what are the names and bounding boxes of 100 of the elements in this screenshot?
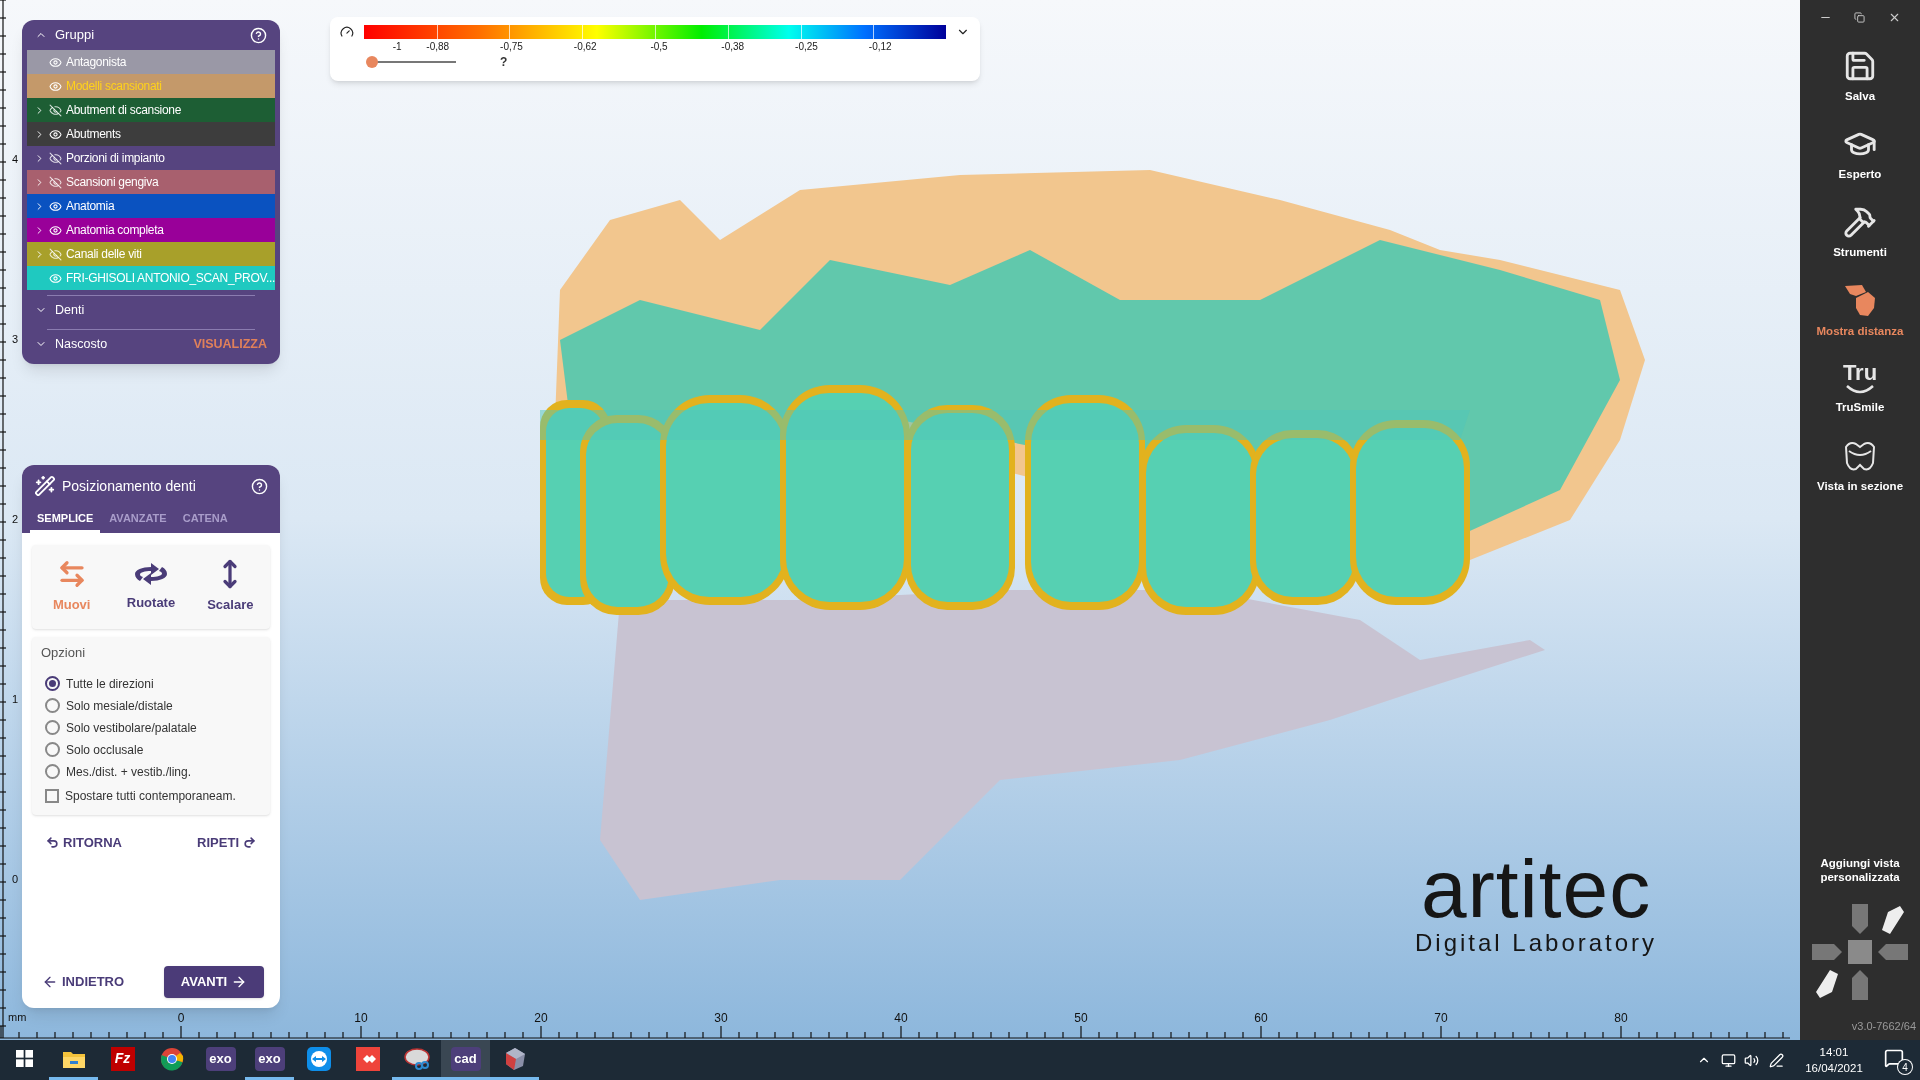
ruler-label: 0 xyxy=(12,874,19,885)
radio-button[interactable] xyxy=(45,698,60,713)
browser-logo-icon xyxy=(159,1046,184,1071)
radio-button[interactable] xyxy=(45,764,60,779)
ruler-label: 2 xyxy=(12,514,19,525)
network-icon[interactable] xyxy=(1721,1052,1736,1068)
group-row[interactable]: Scansioni gengiva xyxy=(27,170,275,194)
app-logo: exo xyxy=(254,1046,285,1071)
checkbox-label: Spostare tutti contemporaneam. xyxy=(65,787,236,805)
ruler-label: 10 xyxy=(354,1012,368,1024)
group-row[interactable]: Abutments xyxy=(27,122,275,146)
gauge-icon[interactable] xyxy=(340,25,354,39)
scale-tick-label: -1 xyxy=(392,40,402,54)
custom-view-label[interactable]: Aggiungi vista personalizzata xyxy=(1800,855,1920,884)
radio-label: Solo vestibolare/palatale xyxy=(66,719,197,737)
ruler-label: 80 xyxy=(1614,1012,1628,1024)
scale-tick-label: -0,38 xyxy=(721,40,745,54)
radio-button[interactable] xyxy=(45,720,60,735)
ruler-label: 4 xyxy=(12,154,19,165)
taskbar-app[interactable]: cad xyxy=(441,1040,490,1080)
clock-date: 16/04/2021 xyxy=(1805,1061,1863,1076)
section-label: Denti xyxy=(55,301,86,319)
ruler-label: 3 xyxy=(12,334,19,345)
scale-tick-label: -0,88 xyxy=(426,40,450,54)
toolbar-button[interactable]: Salva xyxy=(1800,42,1920,112)
tool-button[interactable]: Ruotate xyxy=(117,561,185,613)
taskbar-app[interactable]: exo xyxy=(245,1040,294,1080)
tab[interactable]: SEMPLICE xyxy=(30,507,101,533)
ruler-label: 0 xyxy=(177,1012,185,1024)
group-label: Abutments xyxy=(66,126,121,143)
taskbar-app[interactable]: exo xyxy=(196,1040,245,1080)
group-label: Antagonista xyxy=(66,54,127,71)
group-label: Scansioni gengiva xyxy=(66,174,159,191)
toolbar-button[interactable]: Strumenti xyxy=(1800,198,1920,268)
view-cube-icon[interactable] xyxy=(1810,901,1910,1002)
section-label: Nascosto xyxy=(55,335,109,353)
arrow-left-icon xyxy=(42,974,58,990)
clock[interactable]: 14:01 16/04/2021 xyxy=(1798,1044,1870,1076)
scale-tick-label: -0,75 xyxy=(500,40,523,54)
options-title: Opzioni xyxy=(41,644,87,662)
double-arrow-logo-icon xyxy=(306,1046,331,1071)
toolbar-button[interactable]: Mostra distanza xyxy=(1800,276,1920,346)
windows-logo-icon xyxy=(16,1050,33,1067)
undo-button[interactable]: RITORNA xyxy=(46,832,122,852)
radio-label: Solo occlusale xyxy=(66,741,144,759)
ruler-label: 1 xyxy=(12,694,19,705)
clock-time: 14:01 xyxy=(1819,1045,1849,1060)
logo-wordmark: artitec xyxy=(1420,848,1652,930)
group-row[interactable]: Anatomia completa xyxy=(27,218,275,242)
radio-label: Tutte le direzioni xyxy=(66,675,154,693)
taskbar-app[interactable]: Fz xyxy=(98,1040,147,1080)
notification-count: 4 xyxy=(1898,1060,1912,1074)
eye-icon[interactable] xyxy=(49,199,62,213)
group-label: Porzioni di impianto xyxy=(66,150,165,167)
diamond-logo-icon xyxy=(355,1046,380,1071)
next-button[interactable]: AVANTI xyxy=(164,966,264,998)
tool-button[interactable]: Scalare xyxy=(196,559,265,615)
eye-off-icon[interactable] xyxy=(49,175,62,189)
checkbox[interactable] xyxy=(45,788,59,803)
group-row[interactable]: Abutment di scansione xyxy=(27,98,275,122)
ruler-label: 50 xyxy=(1074,1012,1088,1024)
scale-tick-label: -0,5 xyxy=(650,40,668,54)
volume-icon[interactable] xyxy=(1744,1052,1759,1068)
back-button[interactable]: INDIETRO xyxy=(38,966,129,998)
scale-tick-label: -0,62 xyxy=(573,40,597,54)
help-icon[interactable] xyxy=(251,477,268,495)
app-logo: cad xyxy=(450,1046,481,1071)
version-text: v3.0-7662/64 xyxy=(1851,1018,1917,1034)
scale-tick-label: -0,25 xyxy=(795,40,818,54)
ruler-label: 40 xyxy=(894,1012,908,1024)
group-label: Anatomia xyxy=(66,198,115,215)
toolbar-button[interactable]: Tru TruSmile xyxy=(1800,354,1920,424)
app-logo: Fz xyxy=(110,1046,135,1071)
panel-title: Gruppi xyxy=(55,26,96,45)
eye-icon[interactable] xyxy=(49,127,62,141)
group-row[interactable]: Anatomia xyxy=(27,194,275,218)
eye-off-icon[interactable] xyxy=(49,151,62,165)
magic-wand-icon xyxy=(34,475,56,497)
group-label: Anatomia completa xyxy=(66,222,164,239)
radio-button[interactable] xyxy=(45,676,60,691)
notifications-icon[interactable] xyxy=(1884,1048,1904,1068)
radio-button[interactable] xyxy=(45,742,60,757)
radio-label: Mes./dist. + vestib./ling. xyxy=(66,763,192,781)
toolbar-button[interactable]: Vista in sezione xyxy=(1800,432,1920,502)
eye-icon[interactable] xyxy=(49,223,62,237)
undo-icon xyxy=(46,835,59,849)
group-label: Modelli scansionati xyxy=(66,78,162,95)
restore-icon[interactable] xyxy=(1854,11,1866,23)
help-icon[interactable] xyxy=(250,26,267,44)
logo-tagline: Digital Laboratory xyxy=(1415,930,1658,956)
redo-icon xyxy=(243,835,256,849)
eye-off-icon[interactable] xyxy=(49,103,62,117)
toolbar-button[interactable]: Esperto xyxy=(1800,120,1920,190)
app-logo: exo xyxy=(205,1046,236,1071)
help-text[interactable]: ? xyxy=(500,53,508,71)
ruler-label: 30 xyxy=(714,1012,728,1024)
scale-tick-label: -0,12 xyxy=(868,40,892,54)
slider-thumb[interactable] xyxy=(366,56,378,68)
pen-icon[interactable] xyxy=(1769,1052,1784,1068)
redo-button[interactable]: RIPETI xyxy=(197,832,256,852)
